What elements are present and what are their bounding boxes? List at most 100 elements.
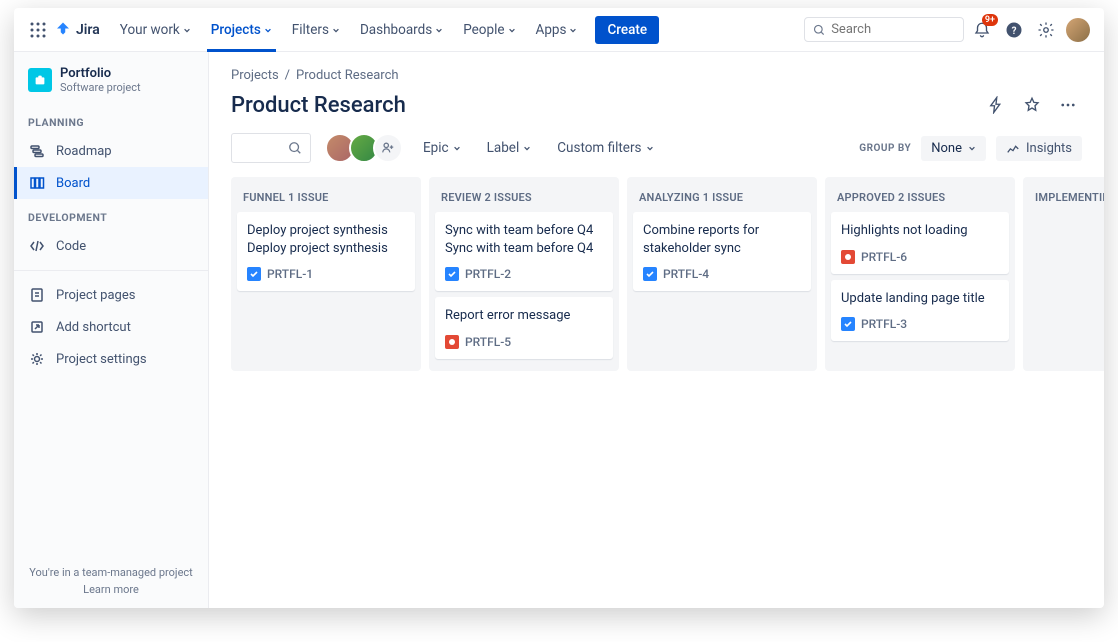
gear-icon <box>28 350 46 368</box>
search-icon <box>813 23 825 37</box>
settings-icon[interactable] <box>1032 16 1060 44</box>
nav-people[interactable]: People <box>455 16 523 44</box>
app-name: Jira <box>76 22 100 38</box>
board-column: REVIEW 2 ISSUES Sync with team before Q4 … <box>429 177 619 371</box>
nav-dashboards[interactable]: Dashboards <box>352 16 451 44</box>
global-search[interactable] <box>804 17 964 42</box>
create-button[interactable]: Create <box>595 16 659 44</box>
issue-card[interactable]: Combine reports for stakeholder syncPRTF… <box>633 212 811 291</box>
shortcut-icon <box>28 318 46 336</box>
board-column: FUNNEL 1 ISSUE Deploy project synthesis D… <box>231 177 421 371</box>
card-title: Deploy project synthesis Deploy project … <box>247 222 405 257</box>
insights-button[interactable]: Insights <box>996 136 1082 161</box>
sidebar-item-roadmap[interactable]: Roadmap <box>14 135 208 167</box>
task-icon <box>247 267 261 281</box>
sidebar-item-label: Code <box>56 239 86 254</box>
column-header: APPROVED 2 ISSUES <box>831 183 1009 212</box>
sidebar-item-board[interactable]: Board <box>14 167 208 199</box>
board-toolbar: Epic Label Custom filters GROUP BY None <box>231 133 1082 163</box>
code-icon <box>28 237 46 255</box>
group-by-select[interactable]: None <box>921 136 986 161</box>
card-title: Highlights not loading <box>841 222 999 240</box>
sidebar-item-add-shortcut[interactable]: Add shortcut <box>14 311 208 343</box>
nav-your-work[interactable]: Your work <box>112 16 199 44</box>
chevron-down-icon <box>264 26 272 34</box>
column-header: IMPLEMENTING <box>1029 183 1104 212</box>
sidebar-item-project-settings[interactable]: Project settings <box>14 343 208 375</box>
chevron-down-icon <box>523 144 531 152</box>
nav-projects[interactable]: Projects <box>203 16 280 44</box>
breadcrumb: Projects / Product Research <box>231 68 1082 83</box>
project-header: Portfolio Software project <box>14 66 208 104</box>
page-icon <box>28 286 46 304</box>
nav-filters[interactable]: Filters <box>284 16 348 44</box>
profile-avatar[interactable] <box>1064 16 1092 44</box>
issue-card[interactable]: Highlights not loading PRTFL-6 <box>831 212 1009 274</box>
task-icon <box>445 267 459 281</box>
card-title: Report error message <box>445 307 603 325</box>
chevron-down-icon <box>968 144 976 152</box>
chevron-down-icon <box>183 26 191 34</box>
app-switcher-icon[interactable] <box>26 18 50 42</box>
chevron-down-icon <box>332 26 340 34</box>
sidebar-item-label: Add shortcut <box>56 320 131 335</box>
search-icon <box>288 141 302 155</box>
sidebar: Portfolio Software project PLANNING Road… <box>14 52 209 608</box>
card-title: Update landing page title <box>841 290 999 308</box>
sidebar-footer-learn[interactable]: Learn more <box>28 583 194 596</box>
bug-icon <box>445 335 459 349</box>
main-content: Projects / Product Research Product Rese… <box>209 52 1104 608</box>
board-search[interactable] <box>231 133 311 163</box>
column-header: REVIEW 2 ISSUES <box>435 183 613 212</box>
filter-epic[interactable]: Epic <box>417 136 467 160</box>
chevron-down-icon <box>508 26 516 34</box>
assignee-avatars <box>325 133 403 163</box>
search-input[interactable] <box>831 22 955 37</box>
nav-apps[interactable]: Apps <box>528 16 586 44</box>
breadcrumb-projects[interactable]: Projects <box>231 68 279 83</box>
insights-icon <box>1006 141 1020 155</box>
svg-text:?: ? <box>1012 25 1017 36</box>
board-icon <box>28 174 46 192</box>
column-header: FUNNEL 1 ISSUE <box>237 183 415 212</box>
add-people-button[interactable] <box>373 133 403 163</box>
column-header: ANALYZING 1 ISSUE <box>633 183 811 212</box>
task-icon <box>643 267 657 281</box>
group-by-label: GROUP BY <box>859 143 911 154</box>
sidebar-item-code[interactable]: Code <box>14 230 208 262</box>
issue-card[interactable]: Report error message PRTFL-5 <box>435 297 613 359</box>
card-key: PRTFL-1 <box>267 267 313 281</box>
bug-icon <box>841 250 855 264</box>
filter-custom[interactable]: Custom filters <box>551 136 659 160</box>
roadmap-icon <box>28 142 46 160</box>
help-icon[interactable]: ? <box>1000 16 1028 44</box>
issue-card[interactable]: Deploy project synthesis Deploy project … <box>237 212 415 291</box>
top-nav: Jira Your work Projects Filters Dashboar… <box>14 8 1104 52</box>
notification-icon[interactable]: 9+ <box>968 16 996 44</box>
card-title: Sync with team before Q4 Sync with team … <box>445 222 603 257</box>
sidebar-footer-info: You're in a team-managed project <box>28 566 194 579</box>
task-icon <box>841 317 855 331</box>
sidebar-item-label: Project settings <box>56 352 147 367</box>
card-key: PRTFL-4 <box>663 267 709 281</box>
breadcrumb-current: Product Research <box>296 68 399 83</box>
card-key: PRTFL-3 <box>861 317 907 331</box>
project-icon <box>28 68 52 92</box>
jira-logo[interactable]: Jira <box>54 21 100 39</box>
sidebar-item-project-pages[interactable]: Project pages <box>14 279 208 311</box>
filter-label[interactable]: Label <box>481 136 538 160</box>
board-column: ANALYZING 1 ISSUECombine reports for sta… <box>627 177 817 371</box>
project-name: Portfolio <box>60 66 141 81</box>
automation-icon[interactable] <box>982 91 1010 119</box>
card-key: PRTFL-6 <box>861 250 907 264</box>
issue-card[interactable]: Sync with team before Q4 Sync with team … <box>435 212 613 291</box>
card-key: PRTFL-5 <box>465 335 511 349</box>
chevron-down-icon <box>453 144 461 152</box>
section-planning: PLANNING <box>14 104 208 135</box>
chevron-down-icon <box>646 144 654 152</box>
issue-card[interactable]: Update landing page title PRTFL-3 <box>831 280 1009 342</box>
section-development: DEVELOPMENT <box>14 199 208 230</box>
chevron-down-icon <box>435 26 443 34</box>
more-icon[interactable] <box>1054 91 1082 119</box>
star-icon[interactable] <box>1018 91 1046 119</box>
